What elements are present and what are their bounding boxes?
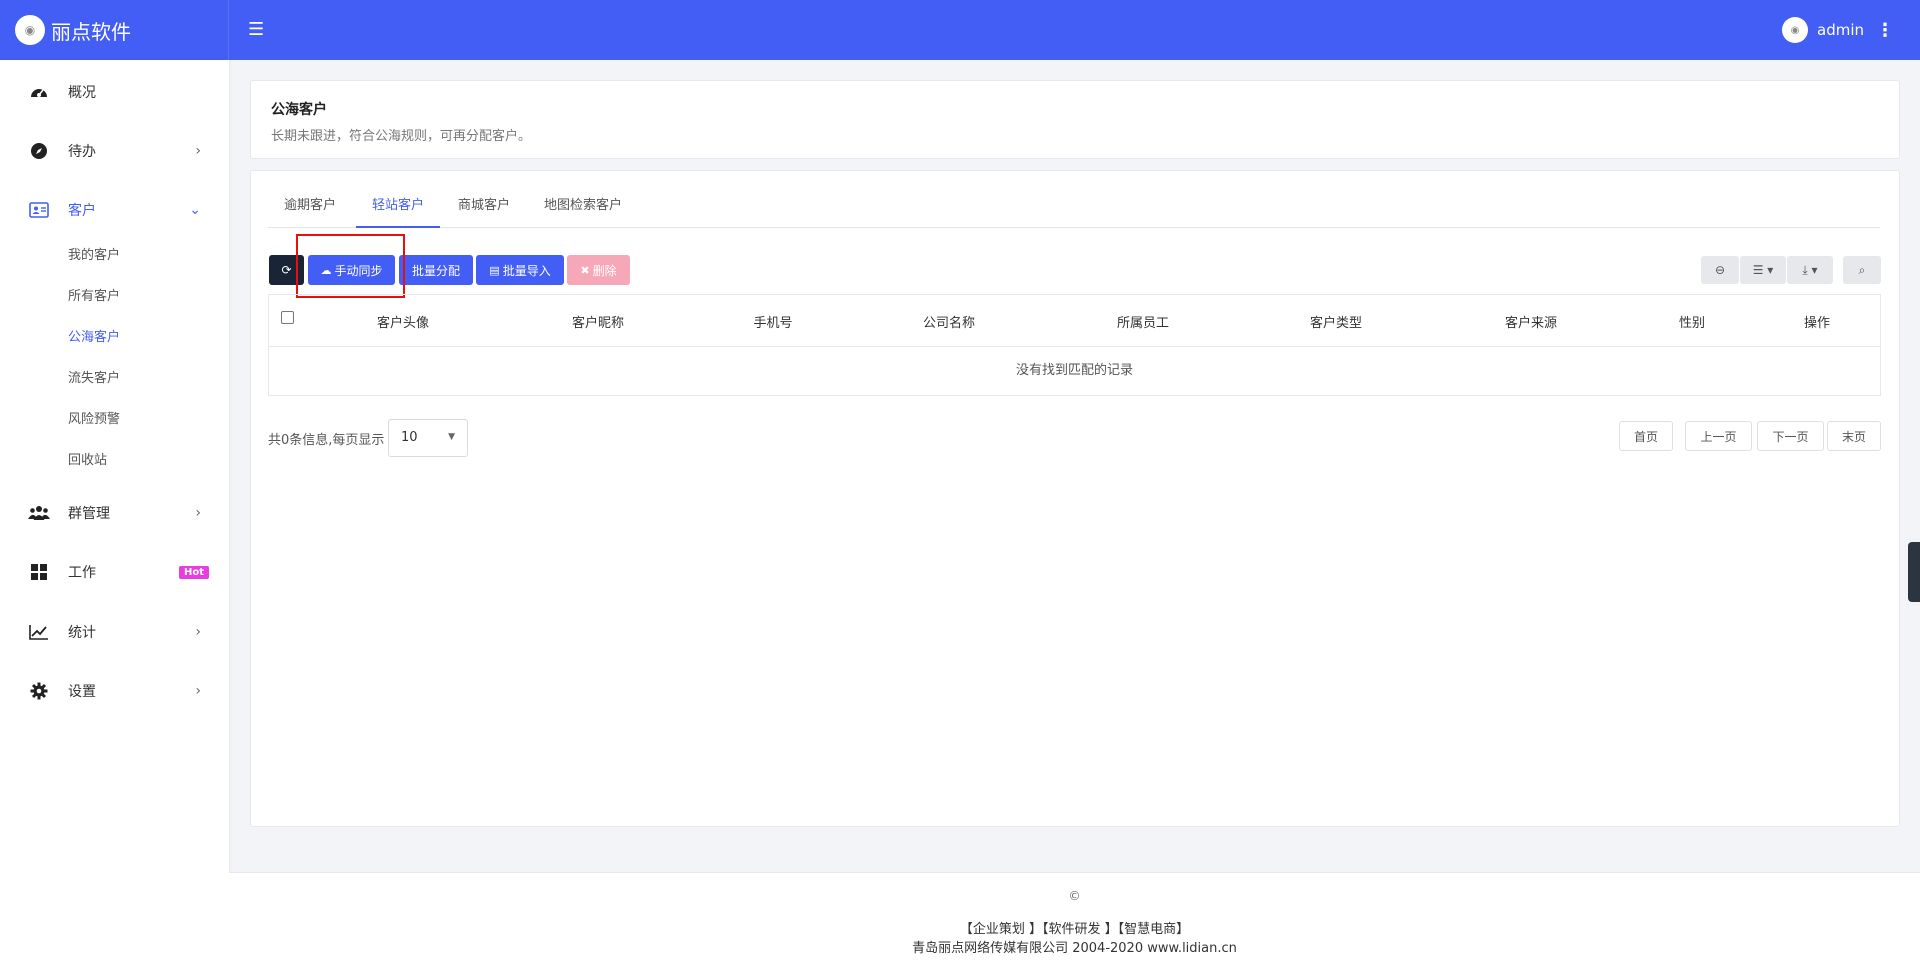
menu-toggle-icon[interactable]: ☰ <box>248 20 264 40</box>
batch-import-button[interactable]: ▤ 批量导入 <box>476 255 564 285</box>
tab-overdue-customers[interactable]: 逾期客户 <box>268 190 352 228</box>
search-button[interactable]: ⌕ <box>1843 256 1881 284</box>
select-all-checkbox[interactable] <box>281 311 294 324</box>
toggle-view-button[interactable]: ⊖ <box>1701 256 1739 284</box>
first-page-button[interactable]: 首页 <box>1619 421 1673 451</box>
page-header-panel: 公海客户 长期未跟进，符合公海规则，可再分配客户。 <box>250 80 1900 159</box>
sidebar-item-customers[interactable]: 客户 ⌄ <box>0 190 229 230</box>
sidebar-subitem-my-customers[interactable]: 我的客户 <box>68 244 120 263</box>
columns-button[interactable]: ☰ ▾ <box>1740 256 1786 284</box>
sidebar-item-label: 工作 <box>68 565 96 581</box>
download-icon: ⤓ ▾ <box>1802 262 1818 277</box>
hot-badge: Hot <box>178 565 209 579</box>
copyright-symbol: © <box>1068 889 1081 903</box>
column-header[interactable]: 客户昵称 <box>572 312 624 331</box>
sidebar-item-settings[interactable]: 设置 › <box>0 671 229 711</box>
list-icon: ☰ ▾ <box>1752 263 1774 277</box>
search-icon: ⌕ <box>1858 262 1866 277</box>
sidebar-item-label: 待办 <box>68 144 96 160</box>
column-header[interactable]: 客户来源 <box>1505 312 1557 331</box>
column-header[interactable]: 所属员工 <box>1117 312 1169 331</box>
sidebar-item-label: 群管理 <box>68 506 110 522</box>
chevron-right-icon: › <box>195 143 201 159</box>
next-page-button[interactable]: 下一页 <box>1757 421 1824 451</box>
grid-icon <box>28 561 50 583</box>
delete-button[interactable]: ✖ 删除 <box>567 255 630 285</box>
tab-map-search-customers[interactable]: 地图检索客户 <box>528 190 638 228</box>
customer-table: 客户头像 客户昵称 手机号 公司名称 所属员工 客户类型 客户来源 性别 操作 … <box>268 294 1881 396</box>
refresh-icon: ⟳ <box>281 263 292 277</box>
more-vertical-icon[interactable]: ⋮ <box>1876 20 1894 41</box>
address-card-icon <box>28 199 50 221</box>
sidebar-item-label: 统计 <box>68 625 96 641</box>
column-header[interactable]: 性别 <box>1679 312 1705 331</box>
sidebar-item-label: 概况 <box>68 85 96 101</box>
sidebar-subitem-public-customers[interactable]: 公海客户 <box>68 326 120 345</box>
table-header: 客户头像 客户昵称 手机号 公司名称 所属员工 客户类型 客户来源 性别 操作 <box>269 295 1880 347</box>
users-icon <box>28 502 50 524</box>
chevron-right-icon: › <box>195 624 201 640</box>
sidebar-subitem-lost-customers[interactable]: 流失客户 <box>68 367 120 386</box>
prev-page-button[interactable]: 上一页 <box>1685 421 1752 451</box>
batch-assign-button[interactable]: 批量分配 <box>399 255 473 285</box>
user-menu[interactable]: ◉ admin ⋮ <box>1782 0 1894 60</box>
close-icon: ✖ <box>580 263 590 277</box>
compass-icon <box>28 140 50 162</box>
sidebar-subitem-all-customers[interactable]: 所有客户 <box>68 285 120 304</box>
column-header[interactable]: 操作 <box>1804 312 1830 331</box>
column-header[interactable]: 客户头像 <box>377 312 429 331</box>
gear-icon <box>28 680 50 702</box>
footer-company: 青岛丽点网络传媒有限公司 2004-2020 www.lidian.cn <box>912 941 1237 956</box>
side-drawer-handle[interactable] <box>1908 542 1920 602</box>
footer: © 【企业策划 】【软件研发 】【智慧电商】 青岛丽点网络传媒有限公司 2004… <box>229 872 1920 969</box>
page-title: 公海客户 <box>271 102 327 118</box>
user-name[interactable]: admin <box>1817 21 1864 39</box>
line-chart-icon <box>28 621 50 643</box>
sidebar-item-group-management[interactable]: 群管理 › <box>0 493 229 533</box>
sidebar-item-todo[interactable]: 待办 › <box>0 131 229 171</box>
dashboard-icon <box>28 81 50 103</box>
page-description: 长期未跟进，符合公海规则，可再分配客户。 <box>271 129 532 144</box>
highlight-box <box>296 234 405 298</box>
export-button[interactable]: ⤓ ▾ <box>1787 256 1833 284</box>
caret-down-icon: ▼ <box>448 432 455 442</box>
column-header[interactable]: 手机号 <box>753 312 792 331</box>
brand-logo-icon: ◉ <box>15 15 45 45</box>
last-page-button[interactable]: 末页 <box>1827 421 1881 451</box>
column-header[interactable]: 客户类型 <box>1310 312 1362 331</box>
sidebar-item-statistics[interactable]: 统计 › <box>0 612 229 652</box>
total-records-text: 共0条信息,每页显示 <box>268 433 385 448</box>
sidebar-subitem-recycle-bin[interactable]: 回收站 <box>68 449 107 468</box>
sidebar-item-label: 设置 <box>68 684 96 700</box>
tab-lightsite-customers[interactable]: 轻站客户 <box>356 190 441 228</box>
sidebar-item-label: 客户 <box>68 203 96 219</box>
avatar[interactable]: ◉ <box>1782 17 1808 43</box>
page-size-select[interactable]: 10 ▼ <box>388 419 468 457</box>
tab-mall-customers[interactable]: 商城客户 <box>442 190 526 228</box>
chevron-right-icon: › <box>195 505 201 521</box>
brand[interactable]: ◉ 丽点软件 <box>0 0 229 60</box>
column-header[interactable]: 公司名称 <box>923 312 975 331</box>
sidebar-item-overview[interactable]: 概况 <box>0 72 229 112</box>
footer-links[interactable]: 【企业策划 】【软件研发 】【智慧电商】 <box>229 918 1920 937</box>
chevron-right-icon: › <box>195 683 201 699</box>
toggle-icon: ⊖ <box>1714 263 1726 277</box>
empty-message: 没有找到匹配的记录 <box>1015 363 1133 378</box>
file-import-icon: ▤ <box>489 263 500 277</box>
sidebar-subitem-risk-alerts[interactable]: 风险预警 <box>68 408 120 427</box>
brand-name: 丽点软件 <box>51 19 131 44</box>
sidebar-item-work[interactable]: 工作 Hot <box>0 552 229 592</box>
chevron-down-icon: ⌄ <box>189 202 201 218</box>
sidebar: 概况 待办 › 客户 ⌄ 我的客户 所有客户 公海客户 流失客户 风险预警 回收… <box>0 60 229 969</box>
tab-bar: 逾期客户 轻站客户 商城客户 地图检索客户 <box>268 190 1880 228</box>
top-navbar: ◉ 丽点软件 ☰ ◉ admin ⋮ <box>0 0 1920 60</box>
